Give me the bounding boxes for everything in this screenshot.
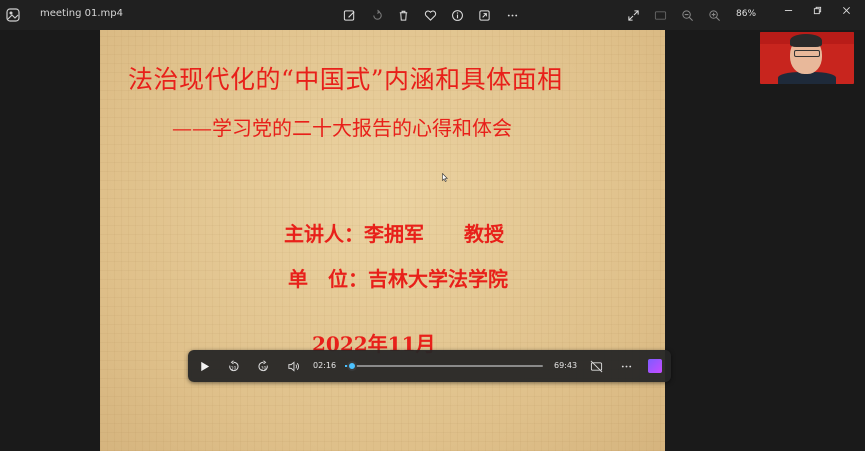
presentation-slide: 法治现代化的“中国式”内涵和具体面相 ——学习党的二十大报告的心得和体会 主讲人… — [100, 30, 665, 451]
svg-text:10: 10 — [230, 365, 236, 370]
minimize-icon — [784, 9, 792, 11]
info-button[interactable] — [449, 7, 465, 23]
slide-subtitle: ——学习党的二十大报告的心得和体会 — [172, 116, 512, 140]
svg-text:30: 30 — [260, 365, 266, 370]
webcam-person-glasses — [794, 50, 820, 57]
volume-icon — [287, 360, 299, 372]
edit-button[interactable] — [341, 7, 357, 23]
share-icon — [478, 9, 490, 21]
duration-time: 69:43 — [554, 361, 578, 370]
delete-icon — [399, 10, 407, 21]
zoom-in-button[interactable] — [706, 7, 722, 23]
forward-30-button[interactable]: 30 — [255, 358, 271, 374]
clipchamp-icon[interactable] — [648, 359, 662, 373]
webcam-person-hair — [790, 34, 822, 47]
more-options-icon — [621, 365, 631, 367]
delete-button[interactable] — [395, 7, 411, 23]
zoom-in-icon — [708, 9, 720, 21]
more-button[interactable] — [504, 7, 520, 23]
slide-main-title: 法治现代化的“中国式”内涵和具体面相 — [128, 65, 563, 94]
captions-off-icon — [590, 360, 602, 372]
slide-unit: 单 位：吉林大学法学院 — [288, 267, 508, 291]
fullscreen-button[interactable] — [625, 7, 641, 23]
rewind-10-button[interactable]: 10 — [225, 358, 241, 374]
title-bar: meeting 01.mp4 86% — [0, 0, 865, 30]
window-title: meeting 01.mp4 — [40, 8, 123, 19]
close-button[interactable] — [836, 3, 856, 17]
webcam-overlay — [760, 32, 854, 84]
media-controls: 10 30 02:16 69:43 — [188, 350, 671, 382]
play-icon — [200, 361, 209, 371]
minimize-button[interactable] — [778, 3, 798, 17]
zoom-out-icon — [681, 9, 693, 21]
restore-button[interactable] — [807, 3, 827, 17]
play-button[interactable] — [196, 358, 212, 374]
favorite-icon — [424, 10, 436, 21]
edit-icon — [343, 9, 355, 21]
seek-bar[interactable] — [345, 361, 543, 371]
captions-button[interactable] — [588, 358, 604, 374]
info-icon — [451, 9, 463, 21]
zoom-out-button[interactable] — [679, 7, 695, 23]
mouse-cursor-icon — [442, 173, 448, 182]
elapsed-time: 02:16 — [313, 361, 337, 370]
rotate-button[interactable] — [369, 7, 385, 23]
more-options-button[interactable] — [618, 358, 634, 374]
restore-icon — [813, 6, 821, 14]
more-icon — [507, 14, 517, 16]
rewind-10-icon: 10 — [228, 359, 239, 371]
fullscreen-icon — [627, 9, 639, 21]
favorite-button[interactable] — [422, 7, 438, 23]
actual-size-icon — [654, 10, 666, 20]
actual-size-button[interactable] — [652, 7, 668, 23]
photo-app-icon — [6, 8, 20, 22]
volume-button[interactable] — [285, 358, 301, 374]
zoom-level[interactable]: 86% — [736, 9, 756, 19]
forward-30-icon: 30 — [257, 359, 268, 371]
close-icon — [842, 6, 850, 14]
share-button[interactable] — [476, 7, 492, 23]
slide-speaker: 主讲人：李拥军 教授 — [284, 222, 504, 246]
seek-bar-thumb[interactable] — [346, 361, 357, 371]
rotate-icon — [372, 9, 382, 20]
